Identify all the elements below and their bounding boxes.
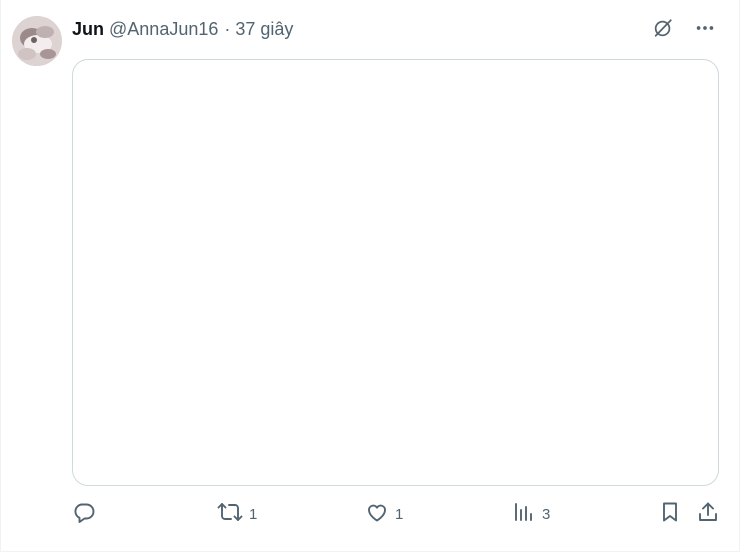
reply-icon bbox=[72, 500, 96, 528]
bookmark-button[interactable] bbox=[658, 500, 682, 528]
grok-icon[interactable] bbox=[651, 16, 675, 40]
media-card[interactable] bbox=[72, 59, 719, 486]
share-button[interactable] bbox=[696, 500, 720, 528]
views-button[interactable]: 3 bbox=[512, 500, 550, 528]
like-button[interactable]: 1 bbox=[365, 500, 403, 528]
retweet-icon bbox=[217, 500, 243, 528]
action-bar: 1 1 3 bbox=[72, 500, 723, 528]
views-icon bbox=[512, 500, 536, 528]
bookmark-icon bbox=[658, 500, 682, 528]
retweet-button[interactable]: 1 bbox=[217, 500, 257, 528]
timestamp[interactable]: 37 giây bbox=[235, 19, 293, 40]
views-count: 3 bbox=[542, 505, 551, 523]
header-actions bbox=[651, 16, 717, 40]
like-count: 1 bbox=[395, 505, 404, 523]
author-name[interactable]: Jun bbox=[72, 19, 104, 40]
avatar-image bbox=[12, 16, 62, 66]
share-icon bbox=[696, 500, 720, 528]
retweet-count: 1 bbox=[249, 505, 258, 523]
tweet[interactable]: Jun @AnnaJun16 · 37 giây 1 1 3 bbox=[0, 0, 740, 552]
avatar[interactable] bbox=[12, 16, 62, 66]
separator-dot: · bbox=[224, 18, 231, 39]
author-handle[interactable]: @AnnaJun16 bbox=[109, 19, 218, 40]
heart-icon bbox=[365, 500, 389, 528]
more-icon[interactable] bbox=[693, 16, 717, 40]
reply-button[interactable] bbox=[72, 500, 102, 528]
tweet-header: Jun @AnnaJun16 · 37 giây bbox=[72, 18, 293, 40]
